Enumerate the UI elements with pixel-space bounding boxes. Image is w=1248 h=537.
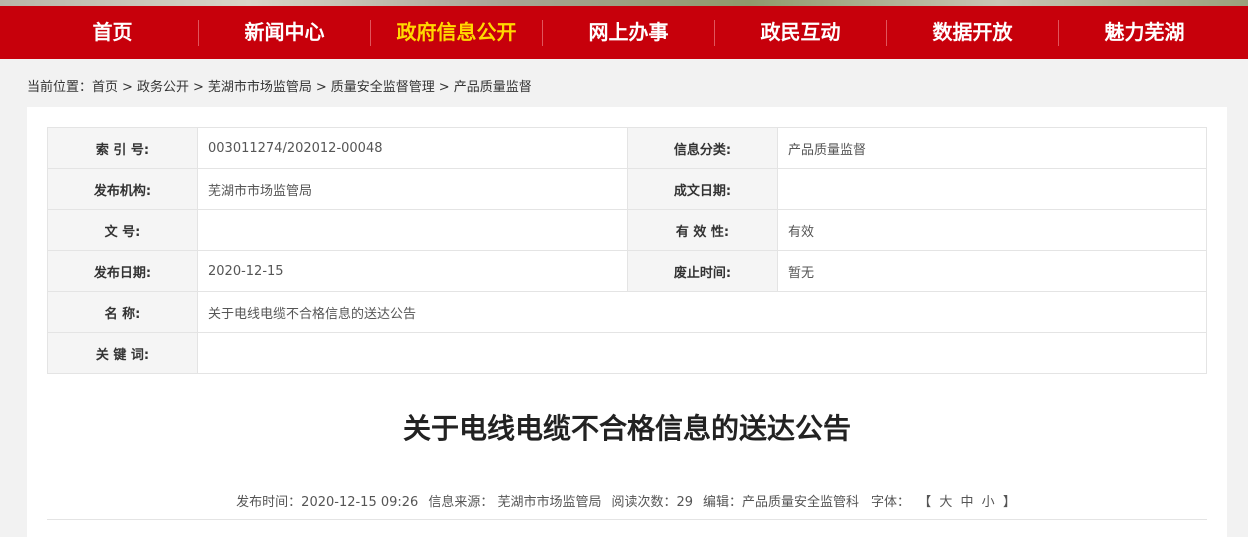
publisher-value: 芜湖市市场监管局 <box>197 168 628 210</box>
nav-item-charm-wuhu[interactable]: 魅力芜湖 <box>1059 6 1230 59</box>
publish-date-label: 发布日期: <box>47 250 198 292</box>
info-meta-table: 索 引 号: 003011274/202012-00048 信息分类: 产品质量… <box>47 127 1207 374</box>
breadcrumb-prefix: 当前位置： <box>27 80 93 95</box>
font-size-control: 字体： 【 大 中 小 】 <box>869 491 1018 510</box>
table-row: 文 号: 有 效 性: 有效 <box>47 209 1207 251</box>
meta-divider <box>47 519 1207 520</box>
validity-value: 有效 <box>777 209 1207 251</box>
breadcrumb-item-product-quality[interactable]: 产品质量监督 <box>454 78 532 98</box>
index-label: 索 引 号: <box>47 127 198 169</box>
table-row: 关 键 词: <box>47 332 1207 374</box>
category-value: 产品质量监督 <box>777 127 1207 169</box>
font-size-medium-button[interactable]: 中 <box>961 495 974 510</box>
editor: 编辑：产品质量安全监管科 <box>703 495 860 510</box>
table-row: 索 引 号: 003011274/202012-00048 信息分类: 产品质量… <box>47 127 1207 169</box>
nav-item-interaction[interactable]: 政民互动 <box>715 6 886 59</box>
table-row: 发布机构: 芜湖市市场监管局 成文日期: <box>47 168 1207 210</box>
index-value: 003011274/202012-00048 <box>197 127 628 169</box>
nav-item-gov-info[interactable]: 政府信息公开 <box>371 6 542 59</box>
font-bracket-close: 】 <box>1002 495 1016 510</box>
main-nav: 首页 新闻中心 政府信息公开 网上办事 政民互动 数据开放 魅力芜湖 <box>0 6 1248 59</box>
name-label: 名 称: <box>47 291 198 333</box>
breadcrumb-item-gov-affairs[interactable]: 政务公开 <box>137 78 189 98</box>
nav-item-home[interactable]: 首页 <box>27 6 198 59</box>
publish-date-value: 2020-12-15 <box>197 250 628 292</box>
breadcrumb-item-home[interactable]: 首页 <box>92 78 118 98</box>
font-size-small-button[interactable]: 小 <box>982 495 995 510</box>
nav-item-open-data[interactable]: 数据开放 <box>887 6 1058 59</box>
validity-label: 有 效 性: <box>627 209 778 251</box>
publisher-label: 发布机构: <box>47 168 198 210</box>
font-bracket-open: 【 <box>918 495 932 510</box>
doc-number-label: 文 号: <box>47 209 198 251</box>
breadcrumb-separator: > <box>438 80 450 95</box>
breadcrumb-item-bureau[interactable]: 芜湖市市场监管局 <box>208 78 312 98</box>
breadcrumb-separator: > <box>122 80 133 95</box>
name-value: 关于电线电缆不合格信息的送达公告 <box>197 291 1207 333</box>
view-count: 阅读次数：29 <box>611 495 694 510</box>
font-size-label: 字体： <box>871 495 911 510</box>
font-size-large-button[interactable]: 大 <box>939 495 952 510</box>
keywords-value <box>197 332 1207 374</box>
breadcrumb-item-quality-safety[interactable]: 质量安全监督管理 <box>331 78 435 98</box>
table-row: 名 称: 关于电线电缆不合格信息的送达公告 <box>47 291 1207 333</box>
publish-time: 发布时间：2020-12-15 09:26 <box>236 495 419 510</box>
category-label: 信息分类: <box>627 127 778 169</box>
breadcrumb-separator: > <box>192 80 204 95</box>
created-date-value <box>777 168 1207 210</box>
breadcrumb-separator: > <box>315 80 327 95</box>
nav-item-online-service[interactable]: 网上办事 <box>543 6 714 59</box>
keywords-label: 关 键 词: <box>47 332 198 374</box>
nav-item-news[interactable]: 新闻中心 <box>199 6 370 59</box>
table-row: 发布日期: 2020-12-15 废止时间: 暂无 <box>47 250 1207 292</box>
created-date-label: 成文日期: <box>627 168 778 210</box>
abolish-time-label: 废止时间: <box>627 250 778 292</box>
article-title: 关于电线电缆不合格信息的送达公告 <box>402 412 851 445</box>
info-source: 信息来源： 芜湖市市场监管局 <box>428 495 602 510</box>
article-meta-bar: 发布时间：2020-12-15 09:26 信息来源： 芜湖市市场监管局 阅读次… <box>27 491 1227 510</box>
content-card: 索 引 号: 003011274/202012-00048 信息分类: 产品质量… <box>27 107 1227 537</box>
doc-number-value <box>197 209 628 251</box>
abolish-time-value: 暂无 <box>777 250 1207 292</box>
breadcrumb: 当前位置： 首页 > 政务公开 > 芜湖市市场监管局 > 质量安全监督管理 > … <box>27 78 532 98</box>
